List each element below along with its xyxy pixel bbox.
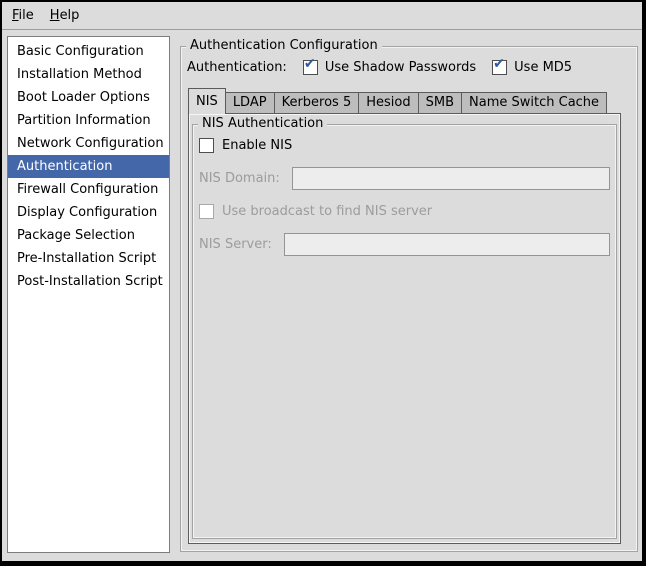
broadcast-row: ✔ Use broadcast to find NIS server <box>199 204 610 219</box>
sidebar-item-partition-information[interactable]: Partition Information <box>8 109 169 132</box>
checkmark-icon: ✔ <box>304 57 316 71</box>
enable-nis-row: ✔ Enable NIS <box>199 138 610 153</box>
checkbox-unchecked-icon: ✔ <box>199 204 214 219</box>
auth-tabs: NIS LDAP Kerberos 5 Hesiod SMB Name Swit… <box>188 87 607 113</box>
menu-file-label: ile <box>19 8 34 23</box>
tab-kerberos5[interactable]: Kerberos 5 <box>275 92 360 113</box>
enable-nis-label: Enable NIS <box>222 138 292 153</box>
use-md5-checkbox[interactable]: ✔ Use MD5 <box>492 60 572 75</box>
sidebar-item-basic-configuration[interactable]: Basic Configuration <box>8 40 169 63</box>
checkbox-checked-icon: ✔ <box>492 60 507 75</box>
tab-hesiod[interactable]: Hesiod <box>359 92 418 113</box>
use-shadow-passwords-label: Use Shadow Passwords <box>325 60 476 75</box>
nis-frame-content: ✔ Enable NIS NIS Domain: ✔ Use broadcast… <box>193 125 616 256</box>
tab-smb[interactable]: SMB <box>419 92 462 113</box>
sidebar-item-package-selection[interactable]: Package Selection <box>8 224 169 247</box>
authentication-label: Authentication: <box>187 60 287 75</box>
app-window: File Help Basic Configuration Installati… <box>0 0 646 566</box>
menu-file[interactable]: File <box>4 5 42 26</box>
use-broadcast-checkbox: ✔ Use broadcast to find NIS server <box>199 204 432 219</box>
tab-name-switch-cache[interactable]: Name Switch Cache <box>462 92 607 113</box>
tab-ldap[interactable]: LDAP <box>226 92 275 113</box>
tab-nis[interactable]: NIS <box>188 88 226 114</box>
authentication-options-row: Authentication: ✔ Use Shadow Passwords ✔… <box>187 58 588 76</box>
use-shadow-passwords-checkbox[interactable]: ✔ Use Shadow Passwords <box>303 60 476 75</box>
nis-server-label: NIS Server: <box>199 237 272 252</box>
sidebar-nav: Basic Configuration Installation Method … <box>7 36 170 553</box>
use-broadcast-label: Use broadcast to find NIS server <box>222 204 432 219</box>
nis-frame-title: NIS Authentication <box>198 116 327 132</box>
nis-domain-row: NIS Domain: <box>199 167 610 190</box>
sidebar-item-network-configuration[interactable]: Network Configuration <box>8 132 169 155</box>
menu-help-mnemonic: H <box>50 8 60 23</box>
sidebar-item-installation-method[interactable]: Installation Method <box>8 63 169 86</box>
nis-tab-panel: NIS Authentication ✔ Enable NIS NIS Doma… <box>188 113 621 544</box>
sidebar-item-display-configuration[interactable]: Display Configuration <box>8 201 169 224</box>
menu-help-label: elp <box>60 8 80 23</box>
nis-domain-label: NIS Domain: <box>199 171 280 186</box>
use-md5-label: Use MD5 <box>514 60 572 75</box>
sidebar-item-authentication[interactable]: Authentication <box>8 155 169 178</box>
nis-authentication-frame: NIS Authentication ✔ Enable NIS NIS Doma… <box>192 124 617 539</box>
authentication-configuration-frame: Authentication Configuration Authenticat… <box>180 46 638 552</box>
checkmark-icon: ✔ <box>493 57 505 71</box>
menu-help[interactable]: Help <box>42 5 88 26</box>
frame-title: Authentication Configuration <box>186 38 382 54</box>
sidebar-item-firewall-configuration[interactable]: Firewall Configuration <box>8 178 169 201</box>
checkbox-checked-icon: ✔ <box>303 60 318 75</box>
sidebar-item-boot-loader-options[interactable]: Boot Loader Options <box>8 86 169 109</box>
enable-nis-checkbox[interactable]: ✔ Enable NIS <box>199 138 292 153</box>
nis-server-row: NIS Server: <box>199 233 610 256</box>
nis-domain-input <box>292 167 610 190</box>
menubar: File Help <box>2 2 642 30</box>
nis-server-input <box>284 233 610 256</box>
sidebar-item-pre-installation-script[interactable]: Pre-Installation Script <box>8 247 169 270</box>
sidebar-item-post-installation-script[interactable]: Post-Installation Script <box>8 270 169 293</box>
checkbox-unchecked-icon: ✔ <box>199 138 214 153</box>
